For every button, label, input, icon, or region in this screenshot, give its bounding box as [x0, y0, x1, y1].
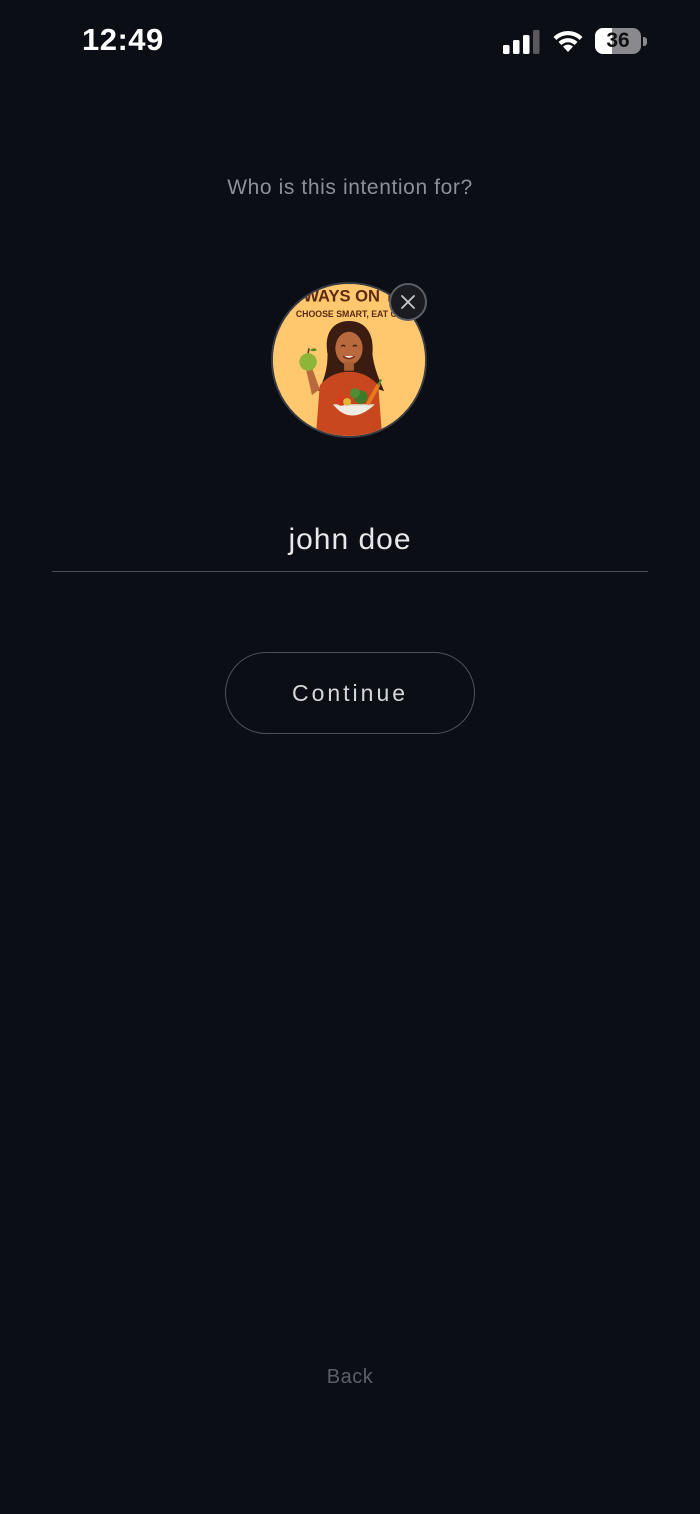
continue-button[interactable]: Continue: [225, 652, 475, 734]
cellular-signal-icon: [503, 30, 540, 54]
battery-level: 36: [606, 29, 630, 52]
prompt-heading: Who is this intention for?: [227, 176, 473, 199]
battery-body: 36: [595, 28, 641, 54]
battery-cap: [643, 37, 647, 46]
battery-icon: 36: [595, 28, 649, 55]
name-input[interactable]: [52, 508, 648, 572]
status-bar: 12:49 36: [0, 0, 700, 84]
remove-avatar-button[interactable]: [389, 283, 427, 321]
wifi-icon: [553, 30, 583, 52]
status-time: 12:49: [82, 22, 164, 57]
close-icon: [401, 295, 415, 309]
poster-headline: WAYS ON T: [303, 287, 394, 306]
poster-tagline: CHOOSE SMART, EAT CL: [296, 309, 403, 319]
back-button[interactable]: Back: [0, 1366, 700, 1389]
